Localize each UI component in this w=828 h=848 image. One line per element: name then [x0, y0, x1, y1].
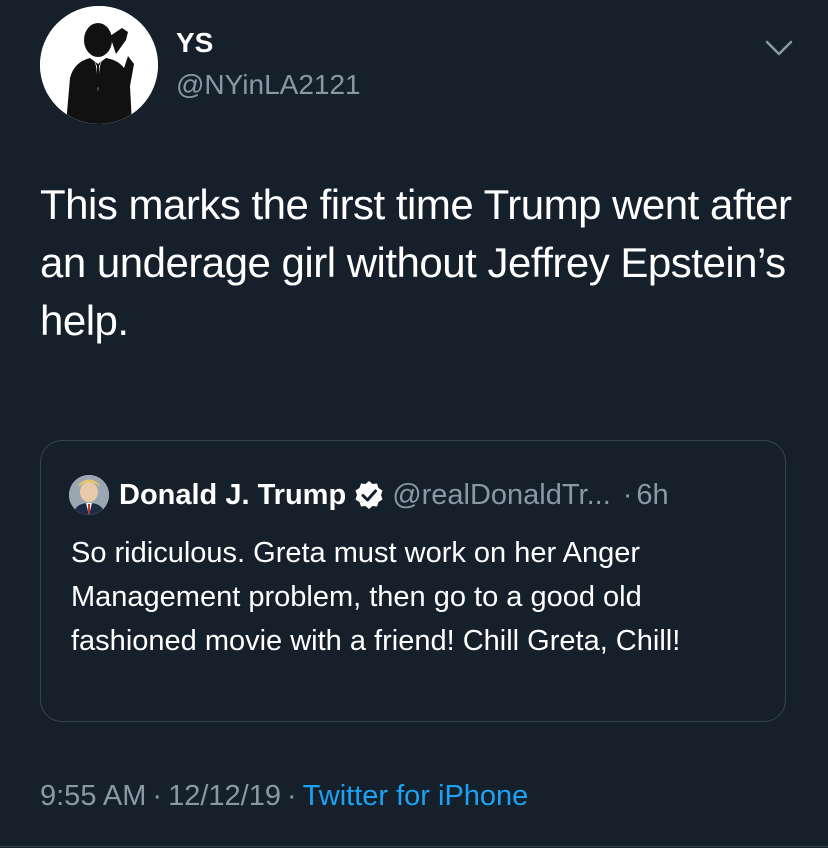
quoted-tweet-header: Donald J. Trump @realDonaldTr... · 6h — [119, 475, 669, 515]
quoted-display-name: Donald J. Trump — [119, 478, 347, 511]
tweet-source-link[interactable]: Twitter for iPhone — [303, 780, 529, 812]
tweet-time: 9:55 AM — [40, 780, 147, 812]
user-handle[interactable]: @NYinLA2121 — [176, 68, 361, 102]
chevron-down-icon[interactable] — [764, 38, 794, 58]
user-avatar[interactable] — [40, 6, 158, 124]
quoted-time: 6h — [636, 478, 669, 511]
quoted-handle: @realDonaldTr... — [392, 478, 611, 511]
person-avatar-icon — [69, 475, 109, 515]
quoted-user-avatar — [69, 475, 109, 515]
tweet-detail: YS @NYinLA2121 This marks the first time… — [0, 0, 828, 848]
tweet-metadata: 9:55 AM · 12/12/19 · Twitter for iPhone — [40, 776, 528, 816]
meta-separator: · — [152, 780, 163, 812]
quoted-time-separator: · — [622, 478, 633, 511]
silhouette-avatar-icon — [40, 6, 158, 124]
quoted-tweet-card[interactable]: Donald J. Trump @realDonaldTr... · 6h So… — [40, 440, 786, 722]
meta-separator: · — [286, 780, 297, 812]
tweet-date: 12/12/19 — [168, 780, 281, 812]
verified-badge-icon — [355, 481, 383, 509]
divider — [0, 846, 828, 847]
quoted-tweet-text: So ridiculous. Greta must work on her An… — [71, 537, 681, 657]
tweet-text: This marks the first time Trump went aft… — [40, 181, 792, 344]
display-name[interactable]: YS — [176, 26, 213, 60]
